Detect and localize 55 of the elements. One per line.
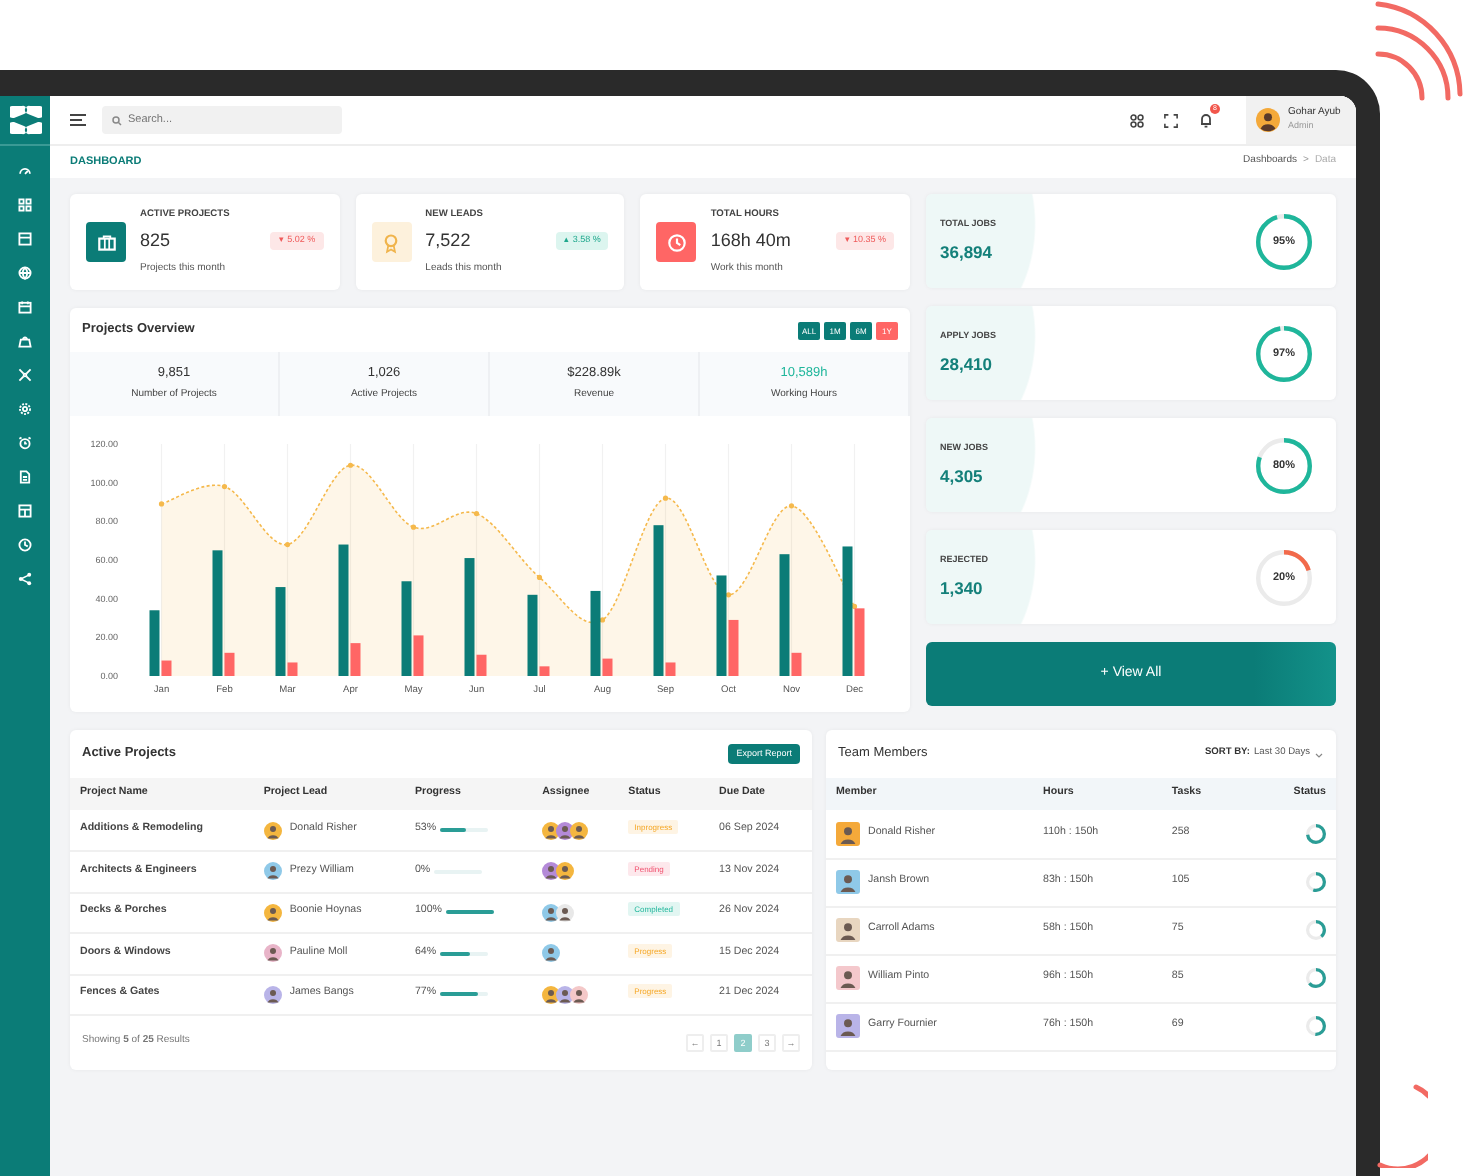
- data-point: [725, 592, 732, 598]
- progress-bar: [446, 910, 495, 915]
- gear-icon[interactable]: [18, 402, 32, 416]
- apps-icon[interactable]: [1130, 113, 1144, 127]
- status-ring: [1306, 871, 1326, 892]
- progress-ring: [1256, 437, 1312, 493]
- document-icon[interactable]: [18, 470, 32, 484]
- logo-icon: [9, 104, 41, 136]
- puzzle-icon[interactable]: [18, 368, 32, 382]
- status-ring: [1306, 919, 1326, 940]
- status-ring: [1306, 967, 1326, 988]
- data-point: [788, 503, 795, 509]
- progress-bar: [440, 951, 489, 956]
- progress-ring: [1256, 325, 1312, 381]
- gauge-icon[interactable]: [18, 164, 32, 178]
- calendar-icon[interactable]: [18, 300, 32, 314]
- share-icon[interactable]: [18, 572, 32, 586]
- clock-icon[interactable]: [18, 538, 32, 552]
- menu-icon[interactable]: [70, 114, 86, 126]
- job-value: 1,340: [940, 575, 985, 601]
- data-point: [284, 541, 291, 548]
- data-point: [473, 511, 480, 517]
- stat-value: 825: [140, 228, 171, 255]
- alarm-icon[interactable]: [18, 436, 32, 450]
- grid-icon[interactable]: [18, 198, 32, 212]
- globe-icon[interactable]: [18, 266, 32, 280]
- data-point: [347, 462, 354, 468]
- table-icon[interactable]: [18, 504, 32, 518]
- status-ring: [1306, 1015, 1326, 1036]
- stat-value: 7,522: [425, 228, 471, 255]
- data-point: [536, 574, 543, 580]
- job-value: 4,305: [940, 463, 985, 489]
- clock-icon: [665, 231, 688, 253]
- status-ring: [1306, 823, 1326, 844]
- avatar-icon[interactable]: [1256, 108, 1280, 132]
- medal-icon: [380, 231, 403, 253]
- stat-value: 168h 40m: [710, 228, 791, 255]
- bag-icon[interactable]: [18, 334, 32, 348]
- job-value: 36,894: [940, 239, 994, 265]
- data-point: [158, 501, 165, 507]
- data-point: [599, 617, 606, 623]
- progress-ring: [1256, 549, 1312, 605]
- bell-icon[interactable]: [1198, 112, 1214, 128]
- data-point: [221, 483, 228, 490]
- progress-bar: [440, 992, 489, 997]
- fullscreen-icon[interactable]: [1164, 113, 1178, 127]
- window-icon[interactable]: [18, 232, 32, 246]
- job-value: 28,410: [940, 351, 994, 377]
- arc-decoration-drawing: [1376, 1084, 1428, 1168]
- progress-ring: [1256, 213, 1312, 269]
- arc-decoration-drawing: [1372, 0, 1464, 104]
- briefcase-icon: [95, 231, 117, 253]
- caret-icon: [1314, 749, 1324, 759]
- data-point: [410, 524, 417, 530]
- data-point: [662, 495, 669, 501]
